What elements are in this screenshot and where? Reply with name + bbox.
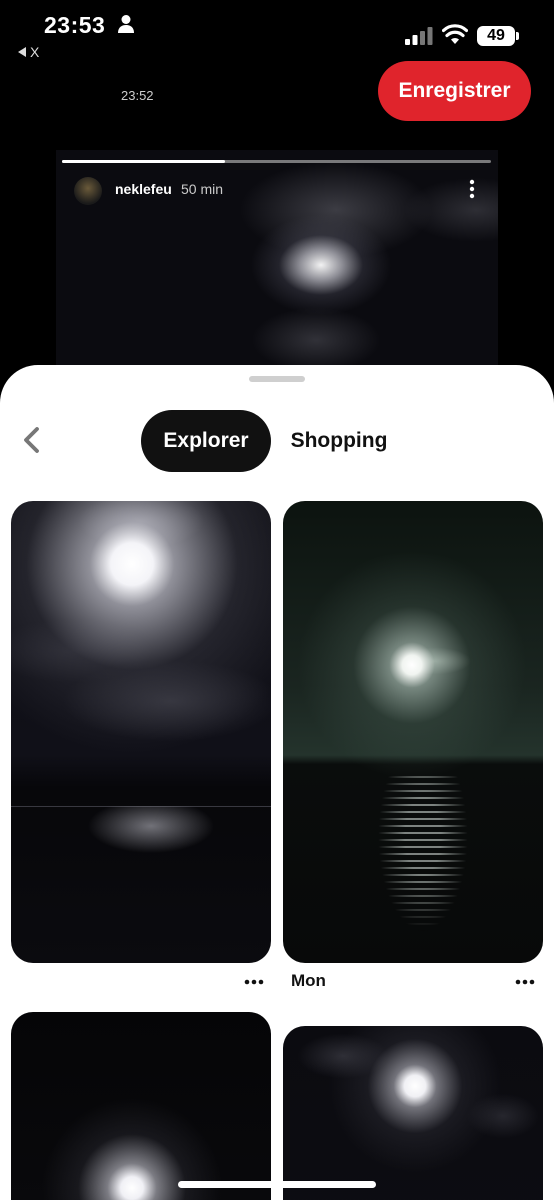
back-triangle-icon <box>18 47 26 57</box>
pin-image[interactable] <box>11 501 271 963</box>
tab-explorer[interactable]: Explorer <box>141 410 271 472</box>
back-app-label: X <box>30 44 40 60</box>
story-posted-time: 23:52 <box>121 88 154 103</box>
signal-icon <box>405 27 433 45</box>
pin-moon-reflection <box>378 776 468 963</box>
home-indicator[interactable] <box>178 1181 376 1188</box>
wifi-icon <box>442 24 468 44</box>
avatar[interactable] <box>74 177 102 205</box>
status-time: 23:53 <box>44 12 106 38</box>
pin-moon-reflection <box>81 806 221 886</box>
story-timestamp: 50 min <box>181 181 224 197</box>
story-username[interactable]: neklefeu <box>115 181 172 197</box>
vertical-dots-icon[interactable] <box>466 178 478 200</box>
person-icon <box>118 15 134 33</box>
save-button[interactable]: Enregistrer <box>378 61 531 121</box>
horizontal-dots-icon[interactable] <box>243 977 265 987</box>
pin-image[interactable] <box>283 501 543 963</box>
pin-title[interactable]: Mon <box>291 971 326 991</box>
story-progress-fill <box>62 160 226 163</box>
horizontal-dots-icon[interactable] <box>514 977 536 987</box>
back-to-app[interactable]: X <box>18 44 39 60</box>
tab-shopping[interactable]: Shopping <box>276 410 402 472</box>
pin-image[interactable] <box>11 1012 271 1200</box>
battery-icon: 49 <box>477 26 519 46</box>
chevron-left-icon[interactable] <box>18 425 48 455</box>
pin-image[interactable] <box>283 1026 543 1200</box>
sheet-drag-handle[interactable] <box>249 376 305 382</box>
visual-search-sheet: Explorer Shopping Mon <box>0 365 554 1200</box>
story-progress-bar <box>62 160 491 163</box>
